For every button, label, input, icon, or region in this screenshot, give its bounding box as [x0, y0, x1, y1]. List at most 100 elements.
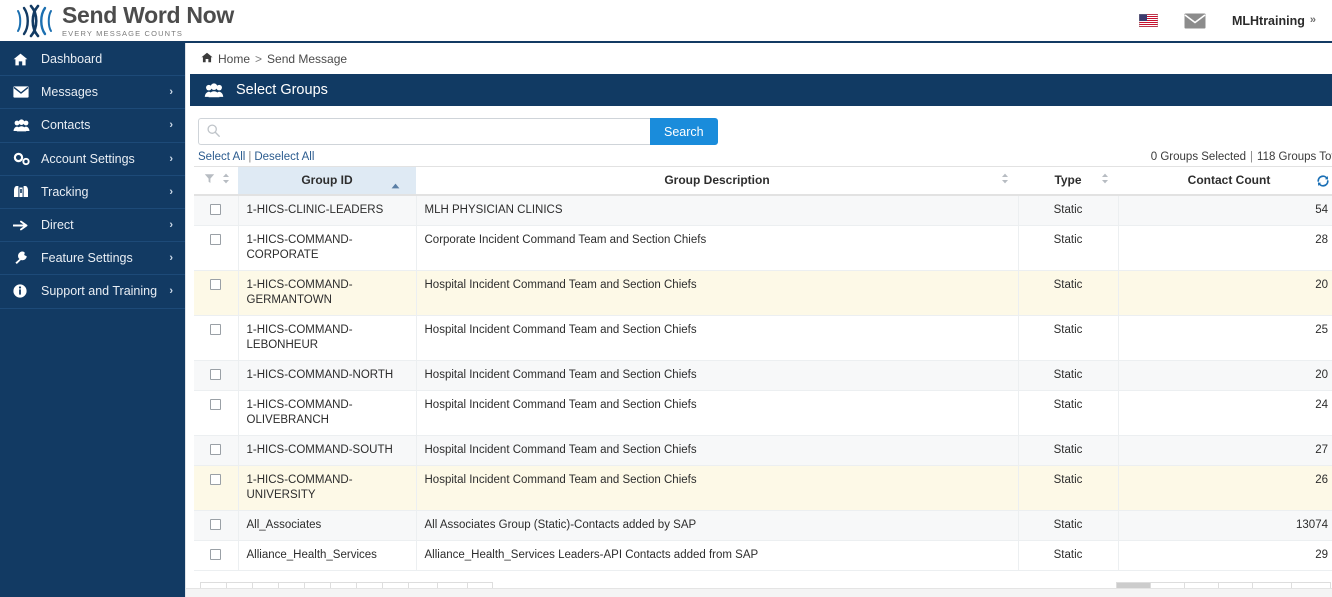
row-checkbox-cell[interactable] [194, 225, 239, 271]
table-row[interactable]: 1-HICS-COMMAND-GERMANTOWN Hospital Incide… [194, 270, 1332, 316]
table-row[interactable]: 1-HICS-COMMAND-LEBONHEUR Hospital Inciden… [194, 315, 1332, 361]
search-button[interactable]: Search [650, 118, 718, 145]
sidebar-item-messages[interactable]: Messages › [0, 76, 185, 110]
cell-type: Static [1018, 510, 1119, 541]
row-checkbox[interactable] [210, 398, 221, 410]
deselect-all-link[interactable]: Deselect All [254, 151, 314, 163]
row-checkbox-cell[interactable] [194, 360, 239, 391]
column-header-group-description[interactable]: Group Description [416, 166, 1018, 196]
cell-type: Static [1018, 540, 1119, 571]
row-checkbox[interactable] [210, 548, 221, 560]
sidebar-item-direct[interactable]: Direct › [0, 209, 185, 243]
row-checkbox-cell[interactable] [194, 465, 239, 511]
cell-group-id: All_Associates [238, 510, 417, 541]
groups-table: Group ID Group Description Type Contact … [194, 166, 1332, 571]
breadcrumb-home[interactable]: Home [218, 52, 250, 66]
column-label: Contact Count [1187, 173, 1271, 188]
caret-up-icon [391, 178, 400, 192]
column-header-group-id[interactable]: Group ID [238, 166, 416, 196]
search-row: Search [190, 118, 1332, 145]
row-checkbox[interactable] [210, 473, 221, 485]
row-checkbox[interactable] [210, 443, 221, 455]
row-checkbox-cell[interactable] [194, 510, 239, 541]
cell-group-description: Hospital Incident Command Team and Secti… [416, 270, 1019, 316]
sidebar-item-feature-settings[interactable]: Feature Settings › [0, 242, 185, 276]
user-name-label: MLHtraining [1231, 13, 1305, 28]
search-field-wrapper [198, 118, 650, 145]
cell-group-description: All Associates Group (Static)-Contacts a… [416, 510, 1019, 541]
column-label: Type [1054, 173, 1082, 188]
row-checkbox[interactable] [210, 518, 221, 530]
panel-title: Select Groups [236, 82, 328, 98]
table-row[interactable]: 1-HICS-CLINIC-LEADERS MLH PHYSICIAN CLINI… [194, 194, 1332, 226]
table-row[interactable]: 1-HICS-COMMAND-NORTH Hospital Incident Co… [194, 360, 1332, 391]
page-bottom-strip [186, 588, 1332, 597]
cell-group-description: Hospital Incident Command Team and Secti… [416, 390, 1019, 436]
envelope-icon[interactable] [1184, 13, 1206, 29]
column-header-contact-count[interactable]: Contact Count [1118, 166, 1332, 196]
sidebar-item-label: Support and Training [41, 284, 158, 299]
brand-logo[interactable]: Send Word Now EVERY MESSAGE COUNTS [0, 3, 234, 38]
users-group-icon [13, 119, 32, 132]
selection-meta-row: Select All | Deselect All 0 Groups Selecte… [190, 145, 1332, 166]
cell-type: Static [1018, 194, 1119, 226]
sidebar-item-label: Feature Settings [41, 251, 133, 266]
sort-icon[interactable] [1101, 173, 1109, 187]
chevron-right-icon: › [169, 86, 173, 99]
row-checkbox-cell[interactable] [194, 540, 239, 571]
row-checkbox[interactable] [210, 368, 221, 380]
us-flag-icon[interactable] [1138, 14, 1158, 27]
cell-group-description: MLH PHYSICIAN CLINICS [416, 194, 1019, 226]
select-all-link[interactable]: Select All [198, 151, 245, 163]
row-checkbox-cell[interactable] [194, 390, 239, 436]
table-row[interactable]: 1-HICS-COMMAND-OLIVEBRANCH Hospital Incid… [194, 390, 1332, 436]
row-checkbox-cell[interactable] [194, 315, 239, 361]
cell-group-description: Hospital Incident Command Team and Secti… [416, 465, 1019, 511]
search-input[interactable] [198, 118, 650, 145]
table-row[interactable]: 1-HICS-COMMAND-CORPORATE Corporate Incide… [194, 225, 1332, 271]
cell-type: Static [1018, 270, 1119, 316]
table-row[interactable]: All_Associates All Associates Group (Stat… [194, 510, 1332, 541]
row-checkbox-cell[interactable] [194, 270, 239, 316]
sidebar-item-account-settings[interactable]: Account Settings › [0, 143, 185, 176]
sidebar-item-support-and-training[interactable]: Support and Training › [0, 275, 185, 309]
chevron-right-icon: › [169, 219, 173, 232]
sidebar-item-tracking[interactable]: Tracking › [0, 176, 185, 209]
selection-links: Select All | Deselect All [198, 151, 314, 163]
cell-contact-count: 20 [1118, 270, 1332, 316]
column-label: Group ID [301, 173, 353, 188]
cell-group-description: Hospital Incident Command Team and Secti… [416, 360, 1019, 391]
sort-icon[interactable] [222, 173, 230, 187]
brand-tagline: EVERY MESSAGE COUNTS [62, 28, 184, 38]
cell-group-description: Alliance_Health_Services Leaders-API Con… [416, 540, 1019, 571]
table-header-row: Group ID Group Description Type Contact … [194, 166, 1332, 196]
sidebar-item-label: Dashboard [41, 52, 103, 67]
column-header-type[interactable]: Type [1018, 166, 1118, 196]
row-checkbox-cell[interactable] [194, 194, 239, 226]
row-checkbox[interactable] [210, 233, 221, 245]
sidebar-item-label: Direct [41, 218, 74, 233]
table-row[interactable]: 1-HICS-COMMAND-UNIVERSITY Hospital Incide… [194, 465, 1332, 511]
gears-icon [13, 152, 32, 166]
sidebar-item-dashboard[interactable]: Dashboard [0, 43, 185, 77]
panel-body: Search Select All | Deselect All 0 Groups … [190, 106, 1332, 597]
row-checkbox[interactable] [210, 203, 221, 215]
cell-contact-count: 26 [1118, 465, 1332, 511]
column-header-checkbox[interactable] [194, 166, 238, 196]
sort-icon[interactable] [1001, 173, 1009, 187]
sidebar-item-label: Contacts [41, 118, 91, 133]
row-checkbox-cell[interactable] [194, 435, 239, 466]
row-checkbox[interactable] [210, 323, 221, 335]
refresh-icon[interactable] [1316, 174, 1330, 191]
filter-icon[interactable] [204, 173, 215, 187]
cell-group-id: 1-HICS-COMMAND-NORTH [238, 360, 417, 391]
sidebar-item-contacts[interactable]: Contacts › [0, 109, 185, 143]
top-bar-actions: MLHtraining » [1138, 13, 1332, 29]
table-row[interactable]: 1-HICS-COMMAND-SOUTH Hospital Incident Co… [194, 435, 1332, 466]
sidebar-item-label: Messages [41, 85, 98, 100]
table-row[interactable]: Alliance_Health_Services Alliance_Health_… [194, 540, 1332, 571]
chevron-double-down-icon: » [1309, 14, 1316, 26]
column-label: Group Description [664, 173, 770, 188]
row-checkbox[interactable] [210, 278, 221, 290]
user-menu[interactable]: MLHtraining » [1232, 14, 1316, 28]
